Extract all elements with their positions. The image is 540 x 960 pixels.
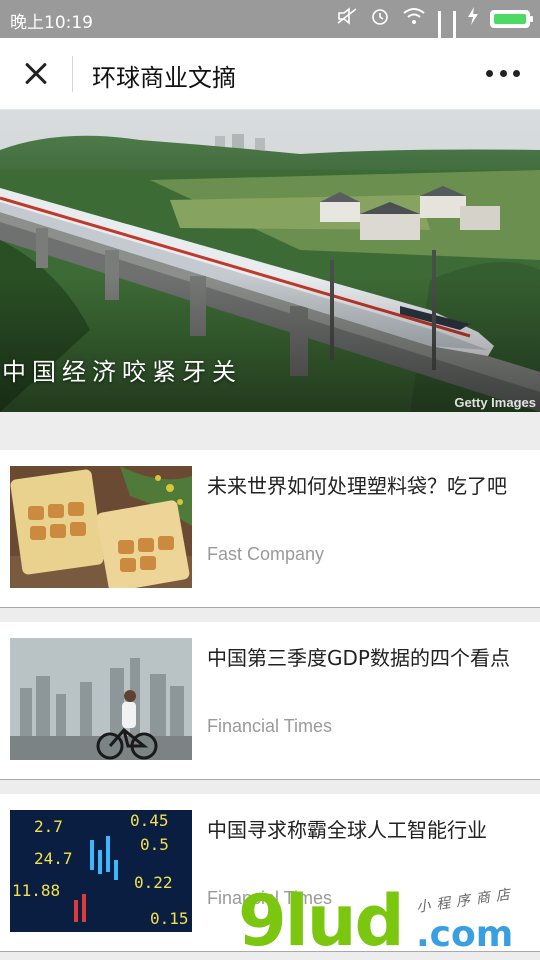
nav-bar: 环球商业文摘 xyxy=(0,38,540,110)
city-cyclist-image xyxy=(10,638,192,760)
close-icon[interactable] xyxy=(18,58,54,90)
article-source: Fast Company xyxy=(207,544,325,564)
wifi-icon xyxy=(402,7,426,32)
status-icons xyxy=(336,6,533,61)
list-item[interactable]: 中国第三季度GDP数据的四个看点 Financial Times xyxy=(0,622,540,780)
article-title: 中国寻求称霸全球人工智能行业 xyxy=(207,818,487,842)
article-title: 中国第三季度GDP数据的四个看点 xyxy=(207,646,510,670)
battery-icon xyxy=(490,10,533,28)
edible-packaging-image xyxy=(10,466,192,588)
article-thumbnail: 2.7 0.45 24.7 0.5 11.88 0.22 0.15 xyxy=(10,810,192,932)
svg-text:24.7: 24.7 xyxy=(34,849,73,868)
list-item[interactable]: 2.7 0.45 24.7 0.5 11.88 0.22 0.15 中国寻求称霸… xyxy=(0,794,540,952)
hero-banner[interactable]: 中国经济咬紧牙关 Getty Images xyxy=(0,110,540,412)
svg-text:0.22: 0.22 xyxy=(134,873,173,892)
article-title: 未来世界如何处理塑料袋？吃了吧 xyxy=(207,474,507,498)
list-item[interactable]: 未来世界如何处理塑料袋？吃了吧 Fast Company xyxy=(0,450,540,608)
signal-icon xyxy=(438,11,441,61)
signal-icon xyxy=(453,11,456,61)
page-title: 环球商业文摘 xyxy=(92,64,236,92)
article-thumbnail xyxy=(10,466,192,588)
charging-icon xyxy=(468,6,478,32)
svg-text:0.5: 0.5 xyxy=(140,835,169,854)
svg-text:0.45: 0.45 xyxy=(130,811,169,830)
hero-credit: Getty Images xyxy=(454,395,536,410)
alarm-icon xyxy=(370,6,390,33)
svg-text:0.15: 0.15 xyxy=(150,909,189,928)
svg-text:2.7: 2.7 xyxy=(34,817,63,836)
article-source: Financial Times xyxy=(207,716,333,736)
svg-text:11.88: 11.88 xyxy=(12,881,60,900)
status-time: 晚上10:19 xyxy=(10,13,93,33)
mute-icon xyxy=(336,6,358,32)
more-icon[interactable] xyxy=(486,64,520,82)
status-bar: 晚上10:19 xyxy=(0,0,540,61)
stock-ticker-image: 2.7 0.45 24.7 0.5 11.88 0.22 0.15 xyxy=(10,810,192,932)
article-thumbnail xyxy=(10,638,192,760)
nav-divider xyxy=(72,56,73,92)
article-source: Financial Times xyxy=(207,888,333,908)
hero-caption: 中国经济咬紧牙关 xyxy=(2,358,242,386)
